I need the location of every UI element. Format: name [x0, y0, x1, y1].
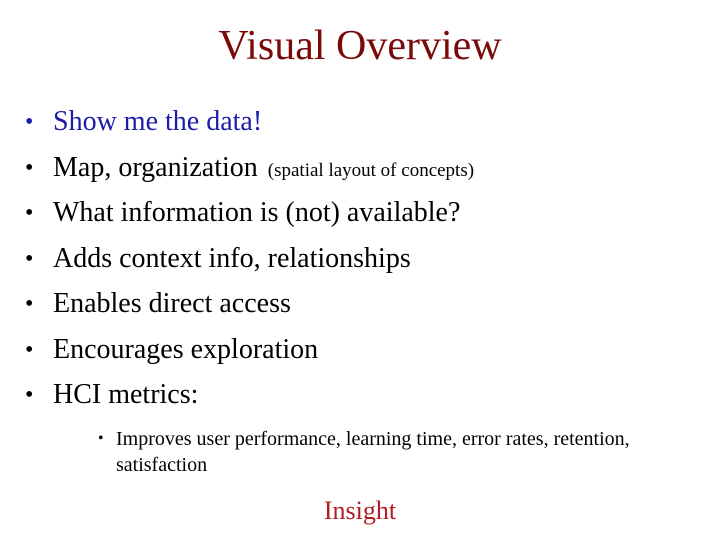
bullet-icon: • [25, 382, 34, 408]
bullet-text: Map, organization [53, 151, 258, 183]
bullet-text: Encourages exploration [53, 333, 319, 365]
bullet-icon: • [25, 200, 34, 226]
sub-bullet-icon: • [98, 430, 104, 447]
bullet-text: What information is (not) available? [53, 197, 461, 228]
bullet-text: Enables direct access [53, 288, 291, 319]
sub-bullet-text: Improves user performance, learning time… [116, 428, 630, 476]
bullet-text-wrapper: Map, organization (spatial layout of conc… [53, 149, 474, 190]
bullet-icon: • [25, 336, 34, 363]
footer-insight: Insight [323, 496, 397, 525]
bullet-icon: • [25, 109, 34, 135]
sub-bullet-item: • Improves user performance, learning ti… [98, 426, 678, 478]
bullet-icon: • [25, 154, 34, 181]
bullet-icon: • [25, 245, 34, 272]
bullet-aside: (spatial layout of concepts) [267, 159, 475, 181]
bullet-text: HCI metrics: [53, 379, 199, 410]
bullet-text: Show me the data! [53, 106, 263, 137]
bullet-text: Adds context info, relationships [53, 242, 411, 274]
bullet-icon: • [25, 291, 34, 317]
slide-title: Visual Overview [218, 23, 502, 69]
